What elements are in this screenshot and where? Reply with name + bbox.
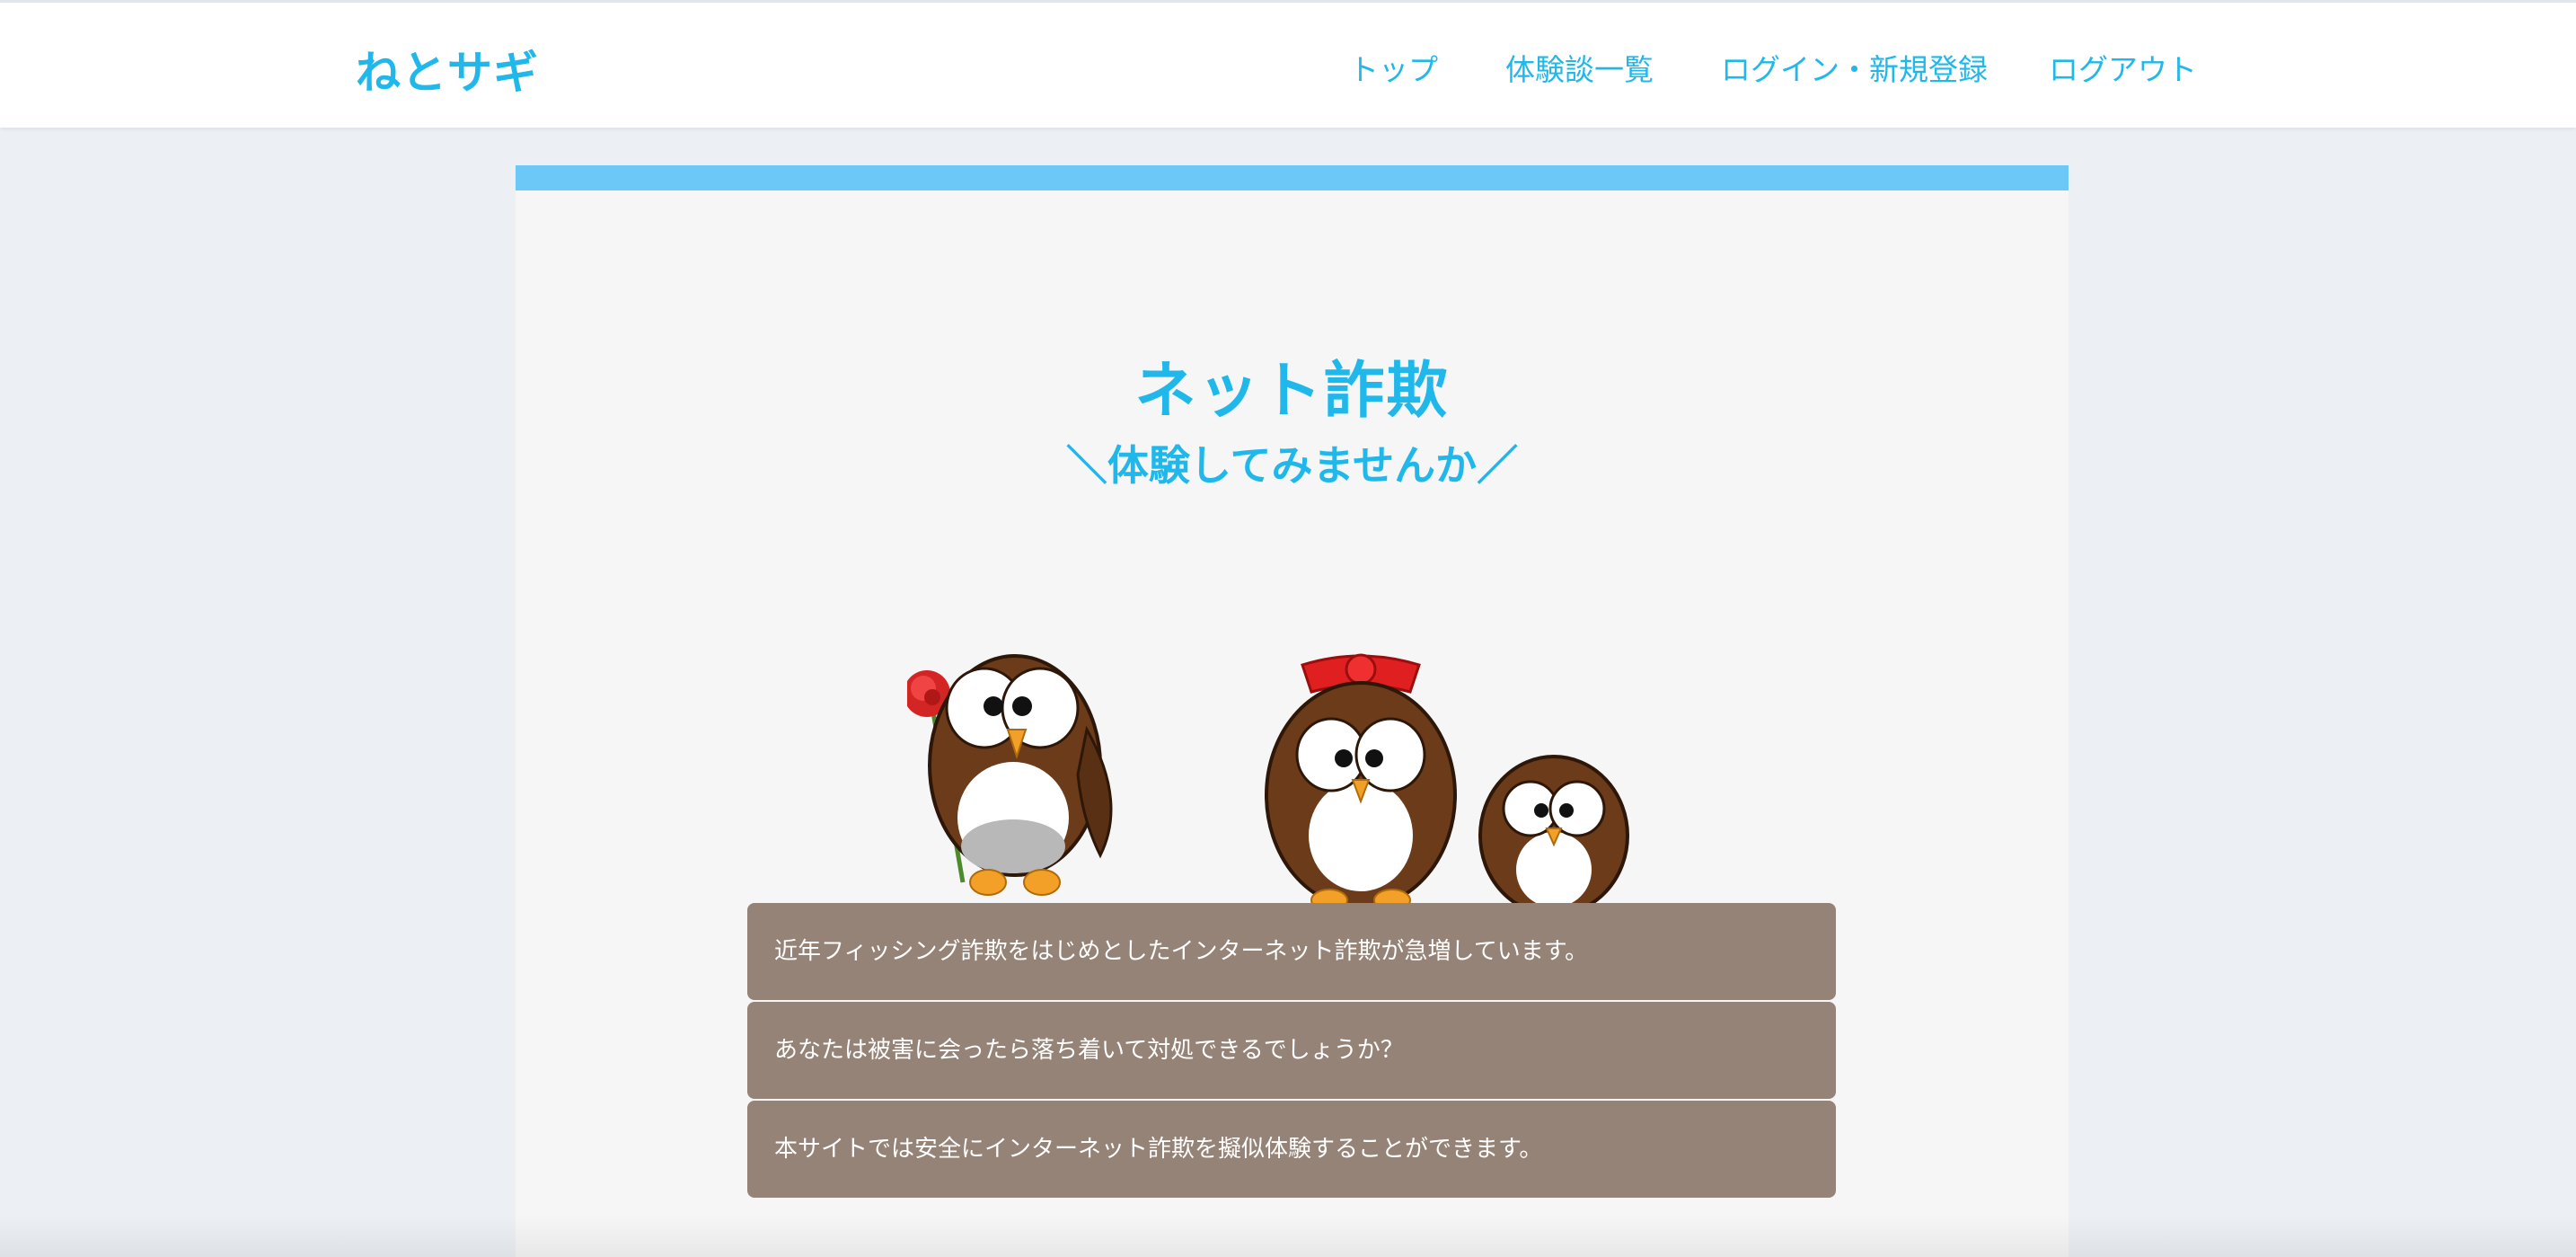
nav-login-register-link[interactable]: ログイン・新規登録: [1721, 46, 1988, 89]
mother-owl-illustration: [1265, 653, 1457, 912]
nav-logout-link[interactable]: ログアウト: [2049, 46, 2197, 89]
baby-owl-illustration: [1478, 755, 1629, 922]
bottom-shadow: [0, 1215, 2576, 1257]
nav-top-link[interactable]: トップ: [1349, 46, 1438, 89]
intro-message-1: 近年フィッシング詐欺をはじめとしたインターネット詐欺が急増しています。: [747, 903, 1836, 1000]
card-top-bar: [516, 165, 2069, 190]
intro-message-2: あなたは被害に会ったら落ち着いて対処できるでしょうか？: [747, 1002, 1836, 1099]
intro-message-3: 本サイトでは安全にインターネット詐欺を擬似体験することができます。: [747, 1101, 1836, 1198]
nav-experience-list-link[interactable]: 体験談一覧: [1505, 46, 1654, 89]
site-header: ねとサギ トップ 体験談一覧 ログイン・新規登録 ログアウト: [0, 0, 2576, 128]
hero-card: ネット詐欺 ＼体験してみませんか／ 近年フィッシング詐欺をはじめとしたインターネ…: [516, 165, 2069, 1257]
main-nav: トップ 体験談一覧 ログイン・新規登録 ログアウト: [0, 46, 2576, 91]
hero-title: ネット詐欺: [1134, 356, 1450, 427]
hero-subtitle: ＼体験してみませんか／: [1065, 441, 1519, 490]
